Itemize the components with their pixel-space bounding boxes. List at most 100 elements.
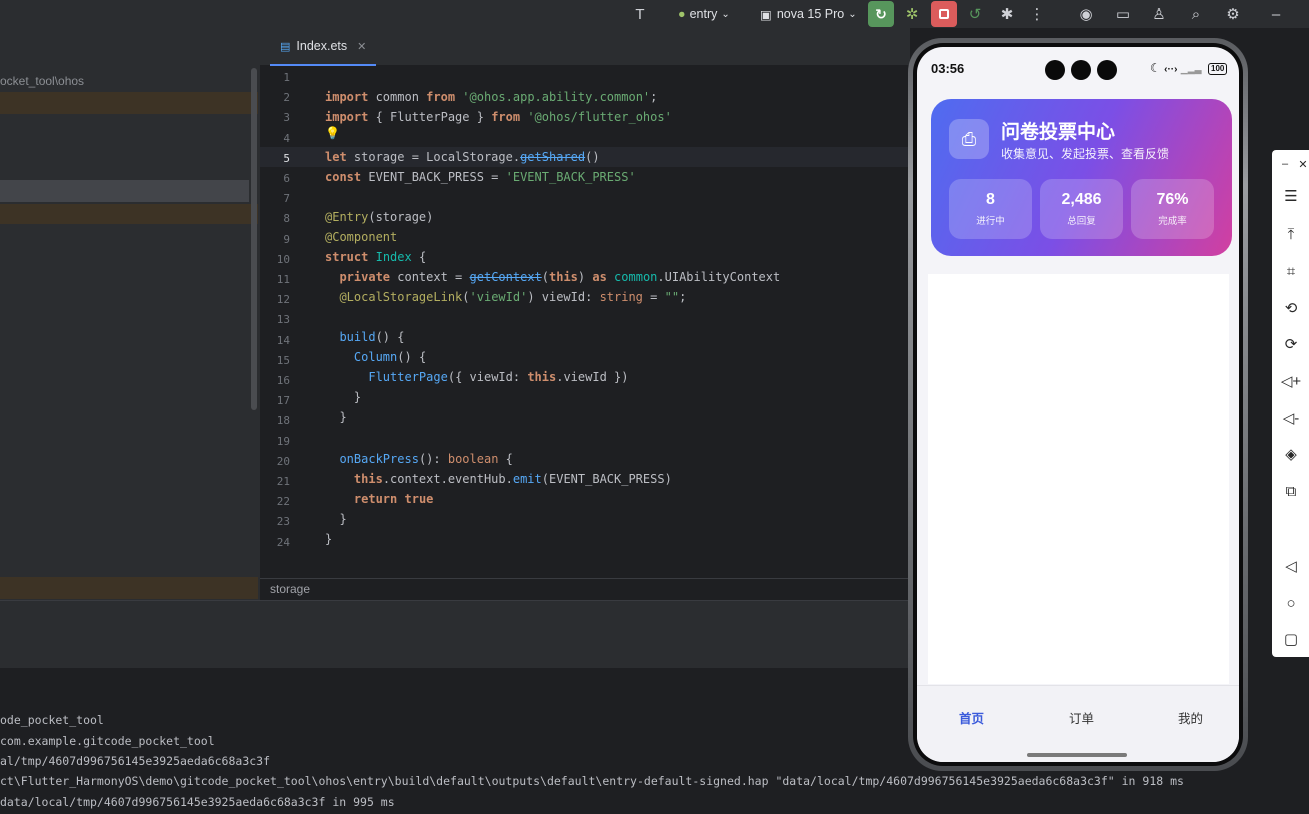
breadcrumb[interactable]: storage bbox=[260, 578, 910, 600]
device-screen[interactable]: 03:56 ☾ ‹··› ▁▂▃ 100 ⎙ 问卷投票中心 收集意见、发起投票、… bbox=[917, 47, 1239, 762]
line-number: 12 bbox=[276, 293, 290, 307]
line-number: 8 bbox=[283, 212, 290, 226]
menu-icon[interactable]: ☰ bbox=[1280, 185, 1302, 207]
home-indicator[interactable] bbox=[1027, 753, 1127, 757]
tree-row-selected[interactable] bbox=[0, 180, 249, 202]
signal-icon: ▁▂▃ bbox=[1180, 64, 1202, 74]
lightbulb-icon[interactable]: 💡 bbox=[325, 126, 340, 140]
battery-icon: 100 bbox=[1208, 63, 1228, 75]
code-line: import { FlutterPage } from '@ohos/flutt… bbox=[325, 110, 672, 124]
camera-icon bbox=[1097, 60, 1117, 80]
line-number: 21 bbox=[276, 475, 290, 488]
code-line: } bbox=[325, 390, 362, 404]
folder-icon[interactable]: ▭ bbox=[1112, 3, 1134, 25]
run-button[interactable]: ↻ bbox=[868, 1, 894, 27]
code-line: onBackPress(): boolean { bbox=[339, 452, 513, 466]
stat-value: 8 bbox=[986, 191, 995, 208]
breadcrumb-item[interactable]: storage bbox=[270, 582, 310, 596]
stat-card-active[interactable]: 8 进行中 bbox=[949, 179, 1032, 239]
home-nav-icon[interactable]: ○ bbox=[1280, 592, 1302, 614]
line-number: 10 bbox=[276, 252, 290, 266]
code-editor[interactable]: 1 2 3 4 5 6 7 8 9 10 11 12 13 14 15 16 17 18 19 20 21 22 23 24 … bbox=[260, 66, 910, 578]
debug-icon[interactable]: ✲ bbox=[901, 3, 923, 25]
locate-icon[interactable]: ◉ bbox=[1075, 3, 1097, 25]
line-number: 22 bbox=[276, 495, 290, 509]
close-icon[interactable]: ✕ bbox=[357, 40, 366, 53]
close-icon[interactable]: ✕ bbox=[1292, 153, 1309, 175]
scrollbar[interactable] bbox=[251, 68, 257, 410]
tree-row-highlight[interactable] bbox=[0, 92, 258, 114]
fold-icon[interactable]: ⧉ bbox=[1280, 480, 1302, 502]
line-number: 18 bbox=[276, 414, 290, 428]
hero-card: ⎙ 问卷投票中心 收集意见、发起投票、查看反馈 8 进行中 2,486 总回复 … bbox=[931, 99, 1232, 256]
stat-card-responses[interactable]: 2,486 总回复 bbox=[1040, 179, 1123, 239]
run-panel-header bbox=[0, 600, 910, 668]
account-icon[interactable]: ♙ bbox=[1148, 3, 1170, 25]
line-number: 2 bbox=[283, 91, 290, 105]
line-number: 17 bbox=[276, 394, 290, 408]
module-selector[interactable]: ● entry ⌄ bbox=[678, 4, 730, 24]
line-number: 11 bbox=[276, 273, 290, 286]
tree-row-highlight[interactable] bbox=[0, 577, 258, 599]
code-line: } bbox=[325, 410, 347, 424]
line-number: 24 bbox=[276, 535, 290, 549]
content-area bbox=[928, 274, 1229, 684]
nav-item-home[interactable]: 首页 bbox=[959, 708, 984, 727]
tree-row-highlight[interactable] bbox=[0, 204, 258, 224]
apply-changes-icon[interactable]: ↺ bbox=[964, 3, 986, 25]
tab-index-ets[interactable]: ▤ Index.ets ✕ bbox=[270, 28, 377, 66]
device-selector[interactable]: ▣ nova 15 Pro ⌄ bbox=[760, 4, 857, 24]
volume-down-icon[interactable]: ◁- bbox=[1280, 407, 1302, 429]
nav-item-profile[interactable]: 我的 bbox=[1178, 708, 1203, 727]
text-tool-icon[interactable]: T bbox=[629, 3, 651, 25]
settings-icon[interactable]: ⚙ bbox=[1222, 3, 1244, 25]
profiler-icon[interactable]: ✱ bbox=[996, 3, 1018, 25]
console-line: ct\Flutter_HarmonyOS\demo\gitcode_pocket… bbox=[0, 774, 1184, 788]
console-line: ode_pocket_tool bbox=[0, 713, 104, 727]
recents-nav-icon[interactable]: ▢ bbox=[1280, 628, 1302, 650]
code-line: build() { bbox=[339, 330, 405, 344]
stat-value: 2,486 bbox=[1061, 191, 1102, 208]
project-path: ocket_tool\ohos bbox=[0, 74, 85, 88]
code-line: const EVENT_BACK_PRESS = 'EVENT_BACK_PRE… bbox=[325, 170, 636, 184]
chevron-down-icon: ⌄ bbox=[848, 8, 857, 20]
device-bezel: 03:56 ☾ ‹··› ▁▂▃ 100 ⎙ 问卷投票中心 收集意见、发起投票、… bbox=[913, 43, 1243, 766]
code-line: @Component bbox=[325, 230, 398, 244]
more-icon[interactable]: ⋮ bbox=[1026, 3, 1048, 25]
code-line: let storage = LocalStorage.getShared() bbox=[325, 150, 600, 164]
editor-tabbar: ▤ Index.ets ✕ bbox=[260, 28, 910, 66]
stat-card-completion[interactable]: 76% 完成率 bbox=[1131, 179, 1214, 239]
line-number: 20 bbox=[276, 454, 290, 468]
volume-up-icon[interactable]: ◁+ bbox=[1280, 370, 1302, 392]
search-icon[interactable]: ⌕ bbox=[1185, 3, 1207, 25]
vote-box-icon: ⎙ bbox=[949, 119, 989, 159]
code-line: import common from '@ohos.app.ability.co… bbox=[325, 90, 658, 104]
rotate-right-icon[interactable]: ⟳ bbox=[1280, 333, 1302, 355]
back-nav-icon[interactable]: ◁ bbox=[1280, 555, 1302, 577]
stop-button[interactable] bbox=[931, 1, 957, 27]
crop-icon[interactable]: ⌗ bbox=[1280, 260, 1302, 282]
line-number: 1 bbox=[283, 71, 290, 84]
code-line: private context = getContext(this) as co… bbox=[339, 270, 781, 284]
rotate-left-icon[interactable]: ⟲ bbox=[1280, 297, 1302, 319]
file-ets-icon: ▤ bbox=[280, 40, 291, 53]
chevron-down-icon: ⌄ bbox=[721, 8, 730, 20]
camera-icon bbox=[1045, 60, 1065, 80]
battery-level: 100 bbox=[1211, 64, 1225, 73]
shake-icon[interactable]: ◈ bbox=[1280, 443, 1302, 465]
module-icon: ● bbox=[678, 7, 686, 21]
top-toolbar: T ● entry ⌄ ▣ nova 15 Pro ⌄ ↻ ✲ ↺ ✱ ⋮ ◉ … bbox=[0, 0, 1309, 28]
code-line: struct Index { bbox=[325, 250, 427, 264]
code-line: } bbox=[325, 532, 333, 546]
pin-top-icon[interactable]: ⤒ bbox=[1280, 223, 1302, 245]
code-line: Column() { bbox=[353, 350, 427, 364]
line-number: 9 bbox=[283, 232, 290, 246]
line-number: 7 bbox=[283, 192, 290, 206]
stat-label: 完成率 bbox=[1158, 216, 1187, 227]
minimize-icon[interactable]: – bbox=[1265, 3, 1287, 25]
code-line: FlutterPage({ viewId: this.viewId }) bbox=[368, 370, 629, 384]
stop-icon bbox=[939, 9, 949, 19]
line-number: 15 bbox=[276, 353, 290, 367]
nav-item-orders[interactable]: 订单 bbox=[1069, 708, 1094, 727]
console-line: al/tmp/4607d996756145e3925aeda6c68a3c3f bbox=[0, 754, 271, 768]
